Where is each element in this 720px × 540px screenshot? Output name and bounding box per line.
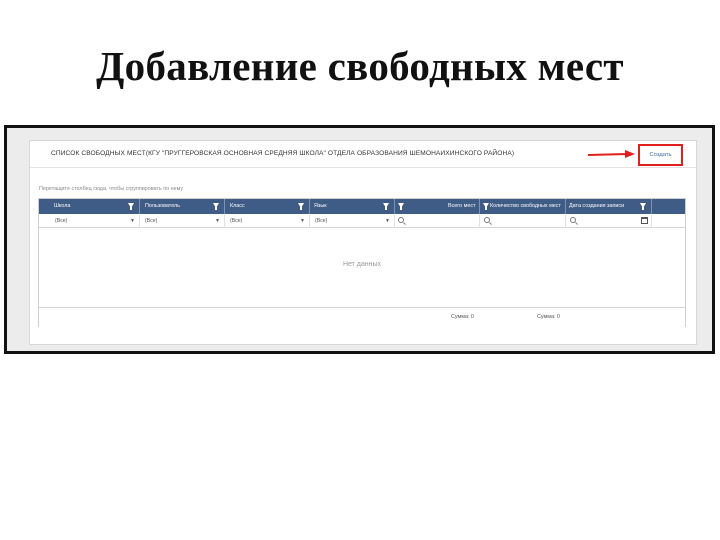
filter-icon[interactable] xyxy=(383,203,389,210)
dropdown-caret-icon[interactable]: ▼ xyxy=(130,214,135,228)
column-header-label: Класс xyxy=(230,203,245,209)
empty-state: Нет данных xyxy=(342,261,382,268)
filter-language-select[interactable]: (Все) ▼ xyxy=(310,214,395,228)
column-header-language[interactable]: Язык xyxy=(310,199,395,214)
filter-icon[interactable] xyxy=(128,203,134,210)
red-arrow-icon xyxy=(587,150,635,158)
sum-total-places: Сумма: 0 xyxy=(451,314,474,320)
filter-value: (Все) xyxy=(55,218,68,224)
column-header-class[interactable]: Класс xyxy=(225,199,310,214)
filter-created-date-search[interactable] xyxy=(566,214,652,228)
filter-class-select[interactable]: (Все) ▼ xyxy=(225,214,310,228)
column-header-school[interactable]: Школа xyxy=(39,199,140,214)
filter-school-select[interactable]: (Все) ▼ xyxy=(39,214,140,228)
search-icon xyxy=(570,217,576,223)
filter-free-places-search[interactable] xyxy=(480,214,566,228)
group-by-hint: Перетащите столбец сюда, чтобы сгруппиро… xyxy=(39,186,184,192)
dropdown-caret-icon[interactable]: ▼ xyxy=(300,214,305,228)
column-header-label: Всего мест xyxy=(448,203,476,209)
filter-icon[interactable] xyxy=(640,203,646,210)
search-icon xyxy=(484,217,490,223)
slide-title: Добавление свободных мест xyxy=(96,43,624,89)
filter-icon[interactable] xyxy=(298,203,304,210)
calendar-icon[interactable] xyxy=(641,217,648,224)
filter-total-places-search[interactable] xyxy=(395,214,480,228)
filter-icon[interactable] xyxy=(483,203,489,210)
column-header-user[interactable]: Пользователь xyxy=(140,199,225,214)
screenshot-frame: СПИСОК СВОБОДНЫХ МЕСТ(КГУ "ПРУГГЕРОВСКАЯ… xyxy=(4,125,715,354)
grid-footer: Сумма: 0 Сумма: 0 xyxy=(39,307,685,327)
panel-header: СПИСОК СВОБОДНЫХ МЕСТ(КГУ "ПРУГГЕРОВСКАЯ… xyxy=(30,141,696,168)
panel-title: СПИСОК СВОБОДНЫХ МЕСТ(КГУ "ПРУГГЕРОВСКАЯ… xyxy=(51,150,515,157)
dropdown-caret-icon[interactable]: ▼ xyxy=(385,214,390,228)
column-header-total-places[interactable]: Всего мест xyxy=(395,199,480,214)
free-places-grid: Школа Пользователь Класс Язык Всего мест… xyxy=(38,198,686,327)
column-header-created-date[interactable]: Дата создания записи xyxy=(566,199,652,214)
column-header-free-places[interactable]: Количество свободных мест xyxy=(480,199,566,214)
column-header-label: Дата создания записи xyxy=(569,203,625,209)
grid-header-row: Школа Пользователь Класс Язык Всего мест… xyxy=(39,199,685,214)
filter-value: (Все) xyxy=(315,218,328,224)
filter-value: (Все) xyxy=(230,218,243,224)
free-places-panel: СПИСОК СВОБОДНЫХ МЕСТ(КГУ "ПРУГГЕРОВСКАЯ… xyxy=(29,140,697,345)
column-header-label: Школа xyxy=(54,203,71,209)
sum-free-places: Сумма: 0 xyxy=(537,314,560,320)
column-header-label: Язык xyxy=(314,203,327,209)
grid-filter-row: (Все) ▼ (Все) ▼ (Все) ▼ (Все) ▼ xyxy=(39,214,685,228)
dropdown-caret-icon[interactable]: ▼ xyxy=(215,214,220,228)
search-icon xyxy=(398,217,404,223)
column-header-label: Количество свободных мест xyxy=(490,203,561,209)
filter-user-select[interactable]: (Все) ▼ xyxy=(140,214,225,228)
filter-icon[interactable] xyxy=(398,203,404,210)
filter-value: (Все) xyxy=(145,218,158,224)
create-button[interactable]: Создать xyxy=(638,144,683,166)
column-header-label: Пользователь xyxy=(145,203,180,209)
filter-icon[interactable] xyxy=(213,203,219,210)
